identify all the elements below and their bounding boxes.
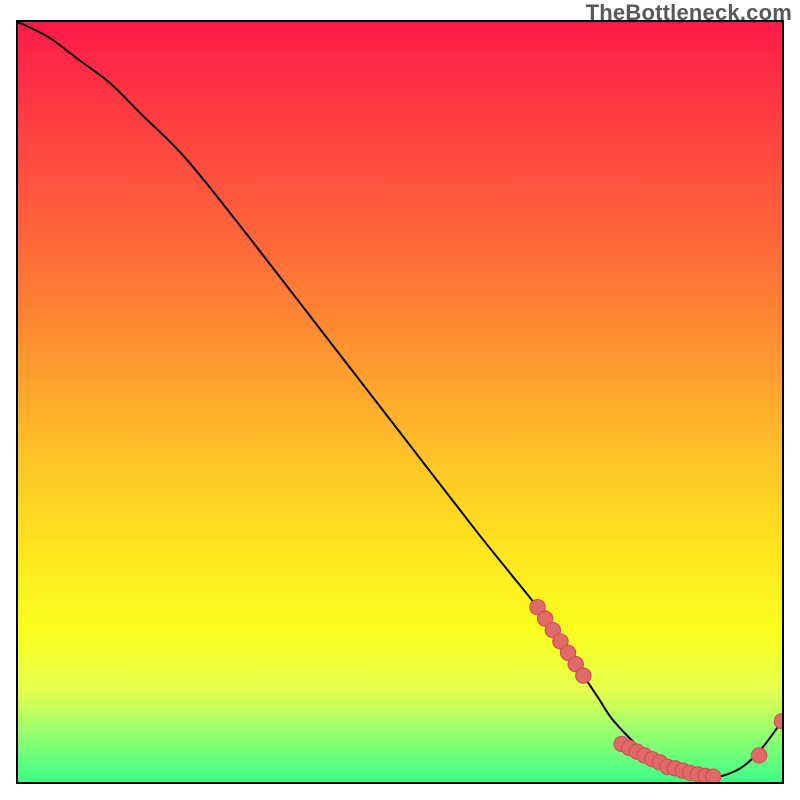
curve-marker — [576, 668, 591, 683]
chart-stage: TheBottleneck.com — [0, 0, 800, 800]
curve-marker — [751, 748, 766, 763]
curve-markers — [530, 600, 782, 782]
curve-marker — [774, 714, 782, 729]
curve-marker — [706, 769, 721, 782]
curve-line — [18, 22, 782, 778]
chart-frame — [16, 20, 784, 784]
chart-svg — [18, 22, 782, 782]
